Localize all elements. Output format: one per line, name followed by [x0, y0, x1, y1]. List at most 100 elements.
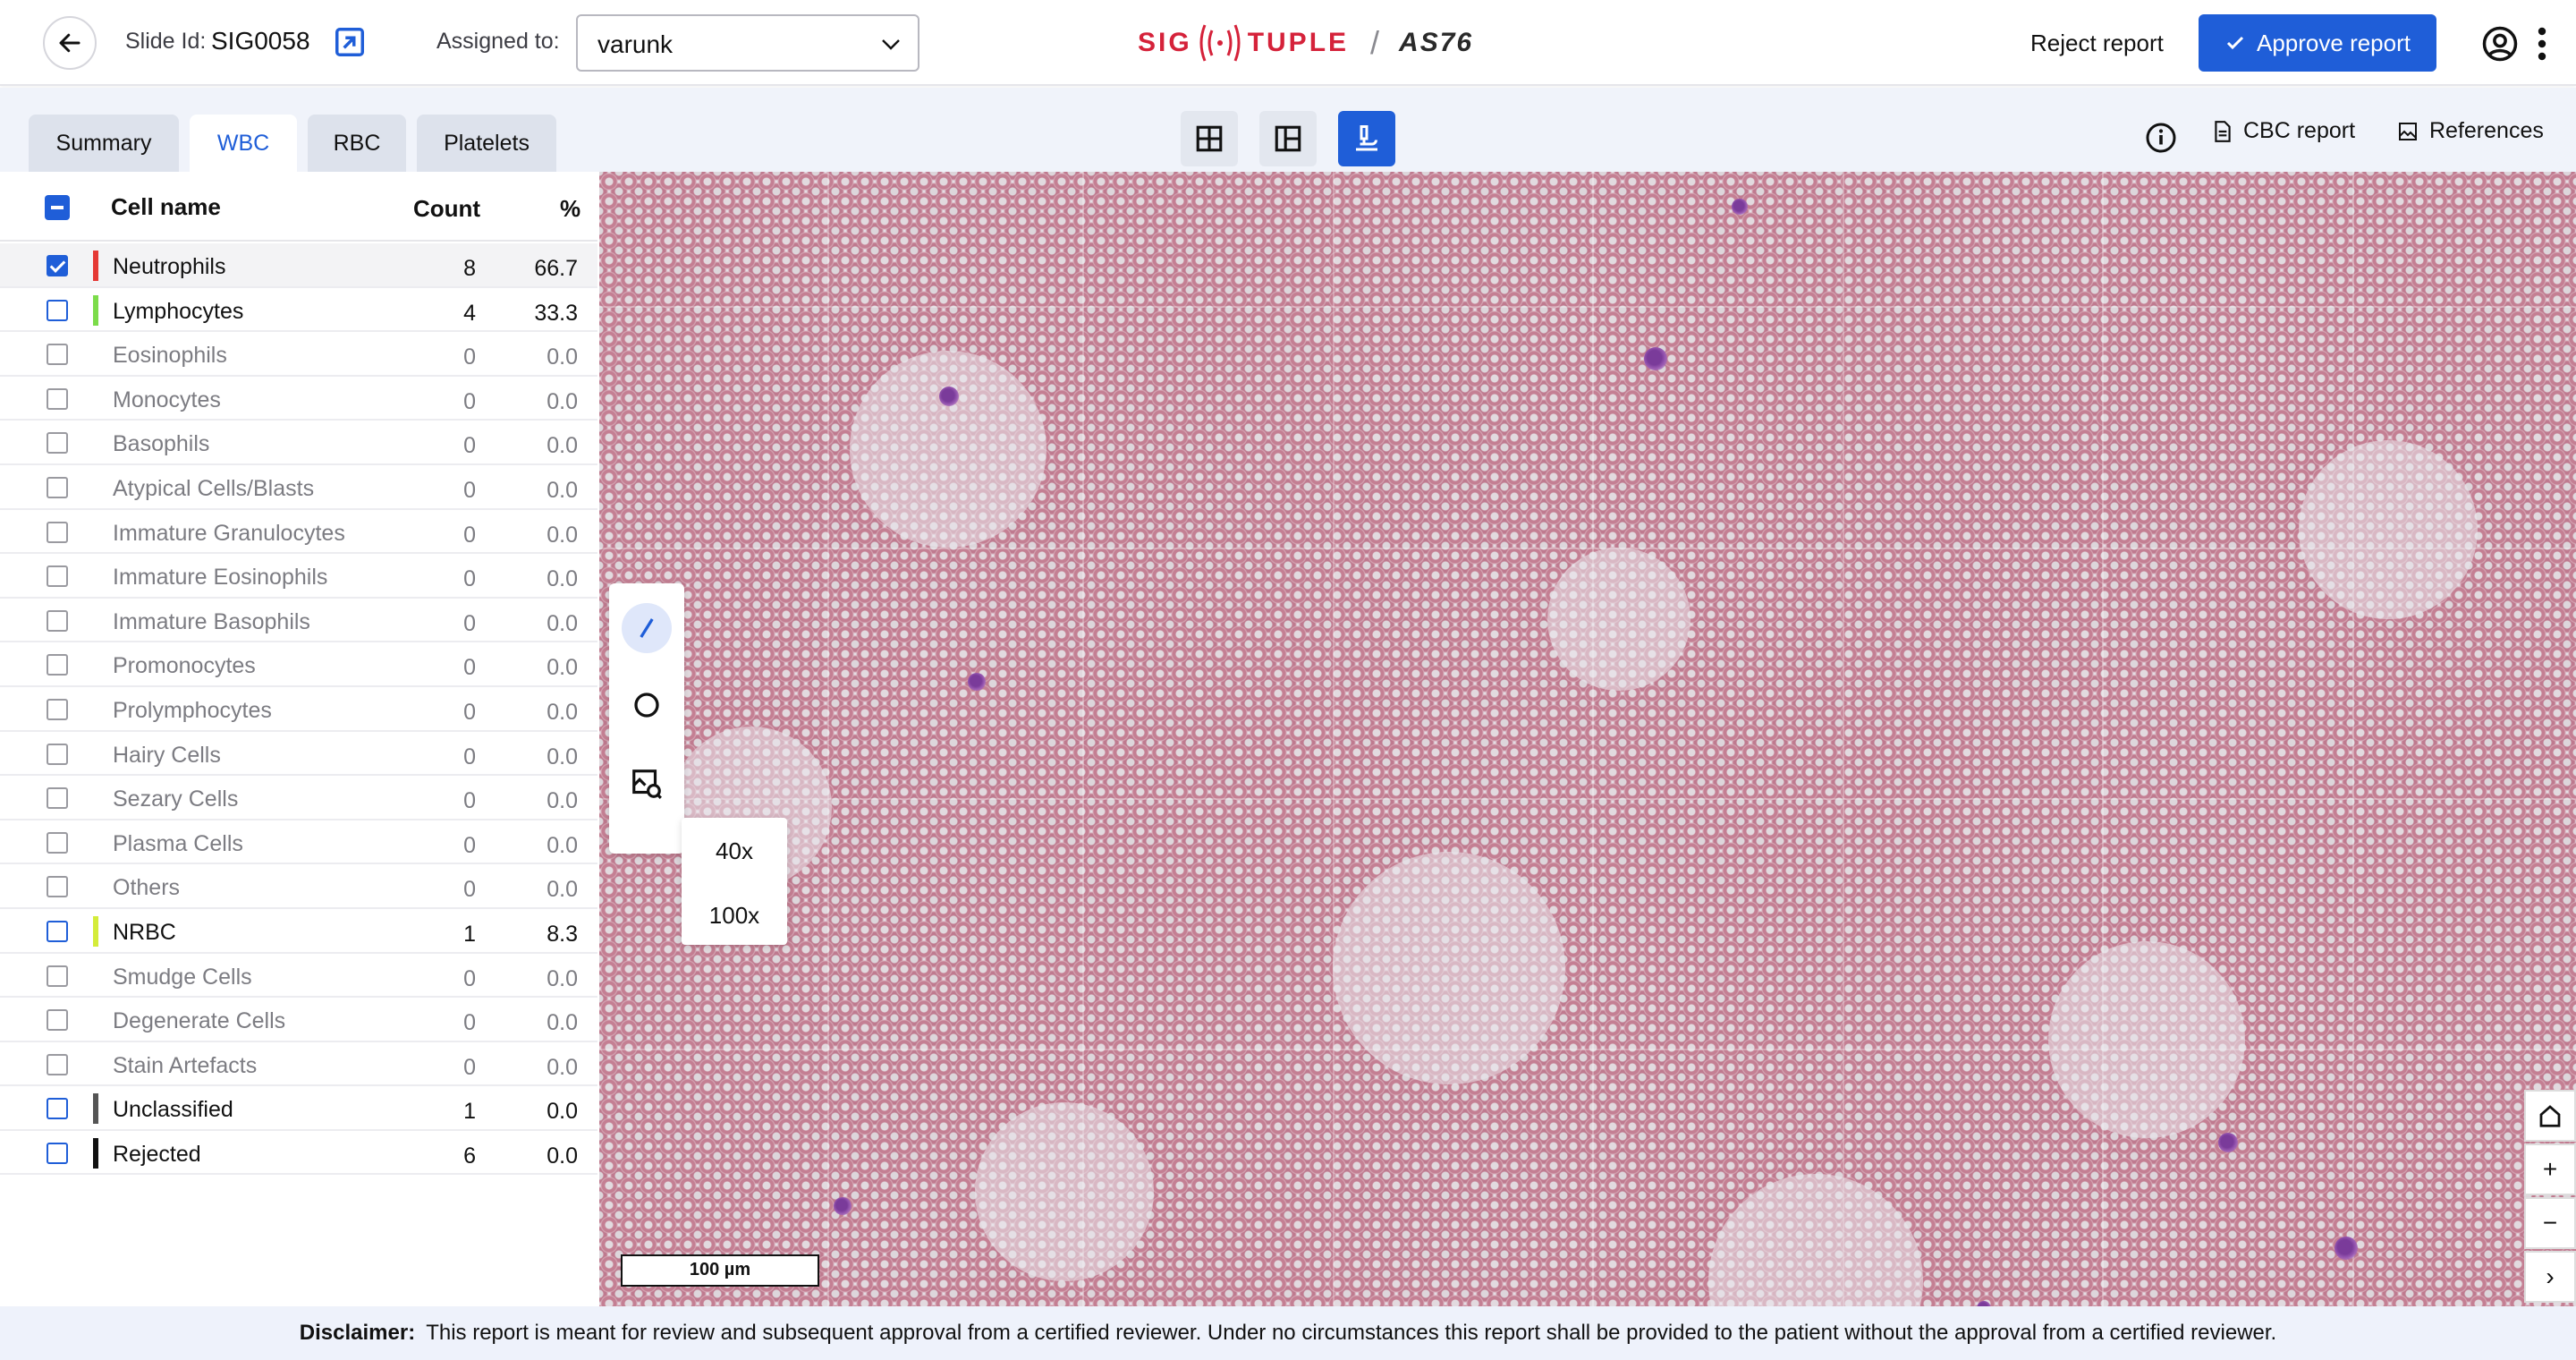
- table-row[interactable]: Smudge Cells 0 0.0: [0, 954, 597, 999]
- open-external-icon[interactable]: [333, 25, 367, 59]
- more-options-icon[interactable]: [2533, 25, 2551, 63]
- cell-name: Hairy Cells: [113, 742, 221, 768]
- row-checkbox[interactable]: [47, 255, 68, 276]
- expand-button[interactable]: ›: [2524, 1251, 2576, 1303]
- table-row[interactable]: Neutrophils 8 66.7: [0, 243, 597, 288]
- cell-color-indicator: [93, 1093, 98, 1125]
- table-row[interactable]: Atypical Cells/Blasts 0 0.0: [0, 465, 597, 510]
- table-row[interactable]: Basophils 0 0.0: [0, 421, 597, 465]
- cell-percent: 0.0: [547, 610, 578, 636]
- tab-platelets[interactable]: Platelets: [417, 115, 556, 172]
- device-model: AS76: [1399, 28, 1474, 57]
- info-icon[interactable]: [2145, 122, 2177, 154]
- row-checkbox[interactable]: [47, 1053, 68, 1075]
- assigned-to-select[interactable]: varunk: [576, 14, 919, 72]
- row-checkbox[interactable]: [47, 654, 68, 676]
- zoom-option-40x[interactable]: 40x: [682, 837, 787, 865]
- user-account-icon[interactable]: [2481, 25, 2519, 63]
- table-row[interactable]: Hairy Cells 0 0.0: [0, 732, 597, 777]
- row-checkbox[interactable]: [47, 344, 68, 366]
- cbc-report-link[interactable]: CBC report: [2213, 118, 2355, 144]
- row-checkbox[interactable]: [47, 432, 68, 455]
- zoom-in-button[interactable]: +: [2524, 1143, 2576, 1195]
- approve-report-button[interactable]: Approve report: [2199, 14, 2436, 72]
- table-row[interactable]: Monocytes 0 0.0: [0, 377, 597, 421]
- cell-name: Immature Granulocytes: [113, 520, 345, 546]
- white-blood-cell: [1644, 347, 1667, 370]
- cell-count: 0: [463, 610, 476, 636]
- row-checkbox[interactable]: [47, 876, 68, 898]
- table-row[interactable]: Prolymphocytes 0 0.0: [0, 687, 597, 732]
- cell-count: 0: [463, 1054, 476, 1080]
- cbc-report-label: CBC report: [2243, 118, 2356, 143]
- zoom-option-100x[interactable]: 100x: [682, 902, 787, 930]
- line-tool-button[interactable]: [622, 603, 672, 653]
- cell-name: Unclassified: [113, 1097, 233, 1123]
- cell-name: Monocytes: [113, 387, 221, 412]
- table-row[interactable]: Immature Eosinophils 0 0.0: [0, 554, 597, 599]
- row-checkbox[interactable]: [47, 387, 68, 410]
- row-checkbox[interactable]: [47, 965, 68, 987]
- cell-percent: 0.0: [547, 388, 578, 414]
- table-row[interactable]: Immature Basophils 0 0.0: [0, 599, 597, 643]
- split-view-button[interactable]: [1259, 111, 1317, 166]
- microscope-view-button[interactable]: [1338, 111, 1395, 166]
- white-blood-cell: [968, 673, 986, 691]
- tab-summary[interactable]: Summary: [29, 115, 179, 172]
- cell-percent: 0.0: [547, 788, 578, 814]
- slide-image-viewer[interactable]: [599, 172, 2576, 1306]
- references-link[interactable]: References: [2397, 118, 2544, 144]
- white-blood-cell: [834, 1197, 852, 1215]
- home-button[interactable]: [2524, 1090, 2576, 1142]
- split-layout-icon: [1275, 125, 1301, 152]
- zoom-out-button[interactable]: −: [2524, 1197, 2576, 1249]
- grid-view-button[interactable]: [1181, 111, 1238, 166]
- circle-icon: [634, 693, 659, 718]
- table-row[interactable]: Stain Artefacts 0 0.0: [0, 1042, 597, 1087]
- cell-name: Neutrophils: [113, 254, 226, 279]
- row-checkbox[interactable]: [47, 1142, 68, 1164]
- row-checkbox[interactable]: [47, 1009, 68, 1032]
- cell-name: Others: [113, 875, 181, 901]
- table-row[interactable]: Unclassified 1 0.0: [0, 1086, 597, 1131]
- cell-percent: 0.0: [547, 1099, 578, 1125]
- circle-tool-button[interactable]: [622, 680, 672, 730]
- tile-seam: [1333, 172, 1335, 1306]
- table-row[interactable]: Sezary Cells 0 0.0: [0, 776, 597, 820]
- table-row[interactable]: Plasma Cells 0 0.0: [0, 820, 597, 865]
- row-checkbox[interactable]: [47, 476, 68, 498]
- row-checkbox[interactable]: [47, 920, 68, 942]
- table-row[interactable]: NRBC 1 8.3: [0, 909, 597, 954]
- row-checkbox[interactable]: [47, 1098, 68, 1120]
- select-all-checkbox[interactable]: [45, 195, 70, 220]
- cell-count: 0: [463, 744, 476, 769]
- cell-color-indicator: [93, 251, 98, 281]
- sub-toolbar: Summary WBC RBC Platelets CBC report Ref…: [0, 88, 2576, 172]
- cell-percent: 0.0: [547, 1054, 578, 1080]
- row-checkbox[interactable]: [47, 521, 68, 543]
- cell-name: Basophils: [113, 431, 210, 457]
- row-checkbox[interactable]: [47, 565, 68, 588]
- table-row[interactable]: Eosinophils 0 0.0: [0, 332, 597, 377]
- row-checkbox[interactable]: [47, 698, 68, 720]
- magnification-tool-button[interactable]: [622, 759, 672, 809]
- row-checkbox[interactable]: [47, 787, 68, 810]
- table-row[interactable]: Lymphocytes 4 33.3: [0, 288, 597, 333]
- row-checkbox[interactable]: [47, 743, 68, 765]
- table-row[interactable]: Rejected 6 0.0: [0, 1131, 597, 1176]
- row-checkbox[interactable]: [47, 299, 68, 321]
- row-checkbox[interactable]: [47, 609, 68, 632]
- cell-percent: 66.7: [534, 256, 578, 281]
- row-checkbox[interactable]: [47, 831, 68, 854]
- cell-percent: 0.0: [547, 522, 578, 548]
- cell-name: Eosinophils: [113, 343, 227, 369]
- tab-wbc[interactable]: WBC: [190, 115, 297, 172]
- tab-rbc[interactable]: RBC: [308, 115, 406, 172]
- table-row[interactable]: Degenerate Cells 0 0.0: [0, 998, 597, 1042]
- table-row[interactable]: Immature Granulocytes 0 0.0: [0, 510, 597, 555]
- table-row[interactable]: Others 0 0.0: [0, 864, 597, 909]
- reject-report-button[interactable]: Reject report: [2012, 16, 2182, 70]
- table-row[interactable]: Promonocytes 0 0.0: [0, 642, 597, 687]
- back-button[interactable]: [43, 16, 97, 70]
- cell-percent: 0.0: [547, 699, 578, 725]
